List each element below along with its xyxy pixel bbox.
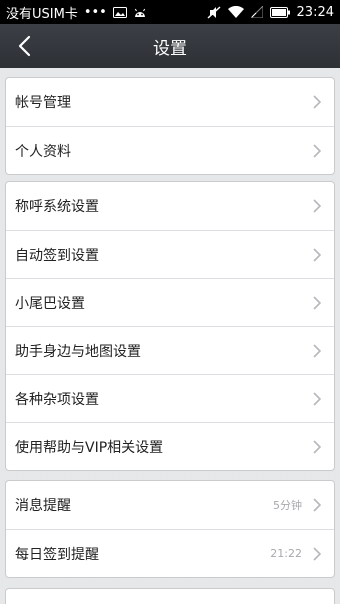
battery-icon	[269, 6, 290, 18]
settings-item-daily-signin-reminder[interactable]: 每日签到提醒 21:22	[6, 529, 334, 577]
settings-item-label: 小尾巴设置	[15, 295, 85, 312]
settings-item-label: 个人资料	[15, 143, 71, 160]
settings-list[interactable]: 帐号管理 个人资料 称呼系统设置 自动签到设置 小尾巴设置 助手身边与地图设置 …	[0, 68, 340, 604]
wifi-icon	[227, 6, 244, 18]
chevron-right-icon	[312, 546, 322, 562]
settings-item-profile[interactable]: 个人资料	[6, 126, 334, 174]
notification-dots: •••	[83, 4, 107, 20]
settings-item-label: 自动签到设置	[15, 247, 99, 264]
settings-item-label: 使用帮助与VIP相关设置	[15, 439, 164, 456]
settings-item-account-management[interactable]: 帐号管理	[6, 78, 334, 126]
settings-item-misc[interactable]: 各种杂项设置	[6, 374, 334, 422]
signal-icon	[250, 6, 263, 18]
settings-item-nearby-map[interactable]: 助手身边与地图设置	[6, 326, 334, 374]
status-bar: 没有USIM卡 ••• 23:24	[0, 0, 340, 24]
chevron-right-icon	[312, 439, 322, 455]
page-title: 设置	[153, 38, 187, 59]
settings-group-partial	[5, 588, 335, 604]
carrier-label: 没有USIM卡	[6, 6, 78, 22]
settings-item-help-vip[interactable]: 使用帮助与VIP相关设置	[6, 422, 334, 470]
image-icon	[112, 6, 127, 18]
chevron-right-icon	[312, 295, 322, 311]
settings-item-label: 助手身边与地图设置	[15, 343, 141, 360]
settings-group-reminders: 消息提醒 5分钟 每日签到提醒 21:22	[5, 480, 335, 578]
settings-item-label: 帐号管理	[15, 95, 71, 111]
settings-item-label: 消息提醒	[15, 498, 71, 514]
chevron-right-icon	[312, 497, 322, 513]
chevron-left-icon	[18, 35, 31, 57]
settings-item-label: 称呼系统设置	[15, 199, 99, 215]
settings-item-title-system[interactable]: 称呼系统设置	[6, 182, 334, 230]
chevron-right-icon	[312, 343, 322, 359]
settings-item-label: 各种杂项设置	[15, 391, 99, 408]
settings-item-value: 5分钟	[273, 499, 302, 512]
clock-time: 23:24	[296, 4, 334, 20]
settings-group-account: 帐号管理 个人资料	[5, 77, 335, 175]
title-bar: 设置	[0, 24, 340, 69]
back-button[interactable]	[10, 32, 38, 60]
settings-item-message-reminder[interactable]: 消息提醒 5分钟	[6, 481, 334, 529]
settings-item-tail[interactable]: 小尾巴设置	[6, 278, 334, 326]
chevron-right-icon	[312, 391, 322, 407]
chevron-right-icon	[312, 247, 322, 263]
chevron-right-icon	[312, 143, 322, 159]
settings-item-auto-signin[interactable]: 自动签到设置	[6, 230, 334, 278]
android-icon	[133, 7, 147, 18]
settings-group-features: 称呼系统设置 自动签到设置 小尾巴设置 助手身边与地图设置 各种杂项设置 使用帮…	[5, 181, 335, 471]
chevron-right-icon	[312, 198, 322, 214]
settings-item-label: 每日签到提醒	[15, 546, 99, 563]
settings-item-value: 21:22	[270, 547, 302, 560]
mute-icon	[207, 5, 221, 19]
chevron-right-icon	[312, 94, 322, 110]
